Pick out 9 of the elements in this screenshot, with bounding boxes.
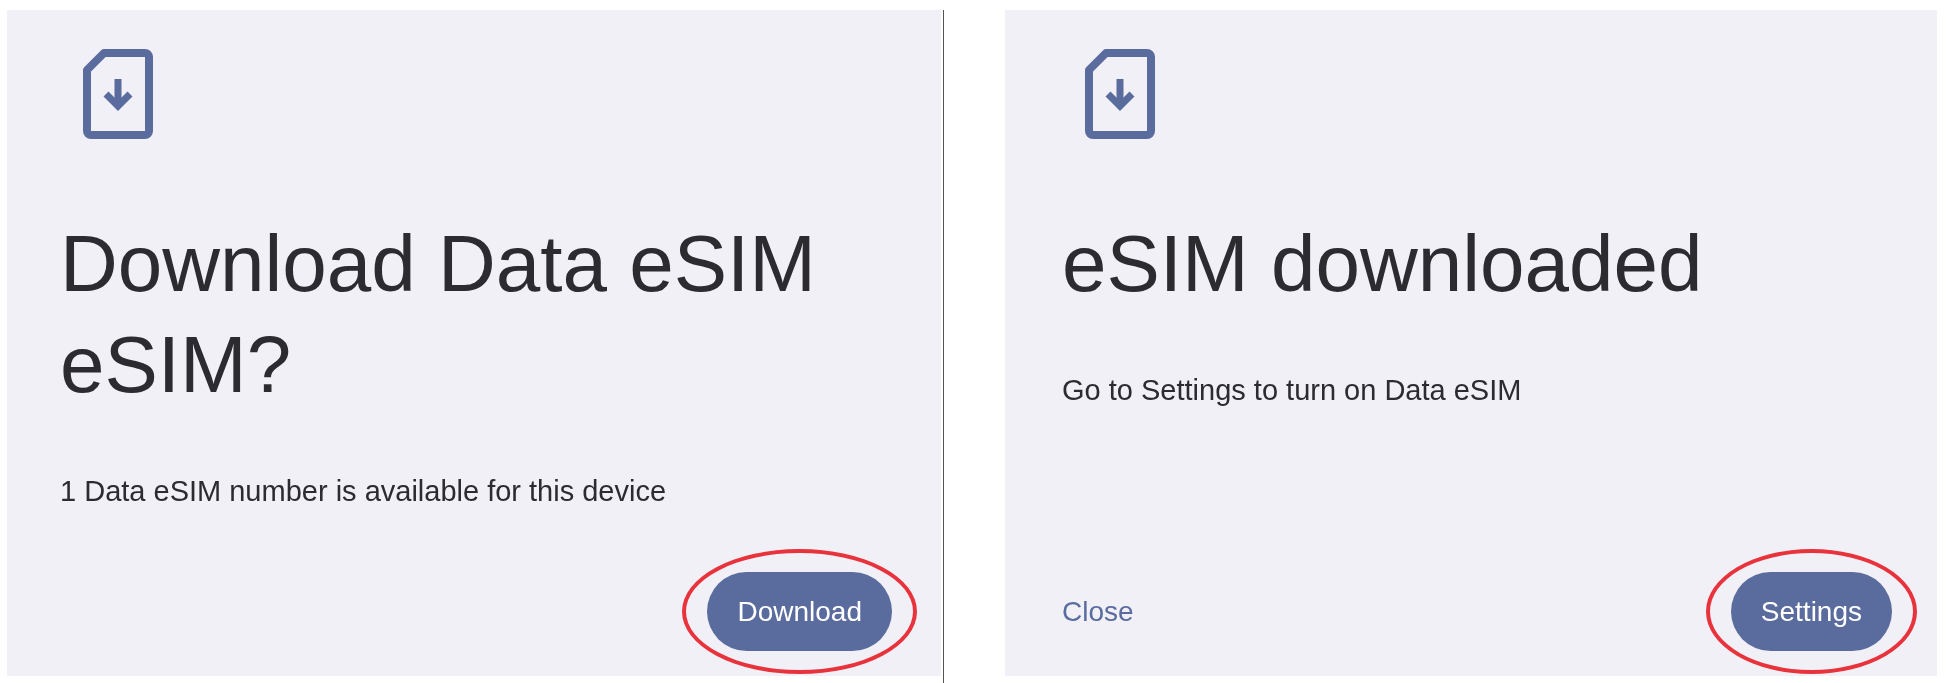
action-button[interactable]: Download xyxy=(707,572,892,651)
sim-card-download-icon xyxy=(82,48,154,140)
action-button[interactable]: Settings xyxy=(1730,572,1892,651)
dialog-title: Download Data eSIM eSIM? xyxy=(60,218,817,411)
sim-card-download-icon xyxy=(1084,48,1156,140)
dialog-message: Go to Settings to turn on Data eSIM xyxy=(1062,373,1523,408)
dialog-title: eSIM downloaded xyxy=(1062,218,1704,310)
text-button[interactable]: Close xyxy=(1062,595,1134,628)
dialog-message: 1 Data eSIM number is available for this device xyxy=(60,474,668,509)
